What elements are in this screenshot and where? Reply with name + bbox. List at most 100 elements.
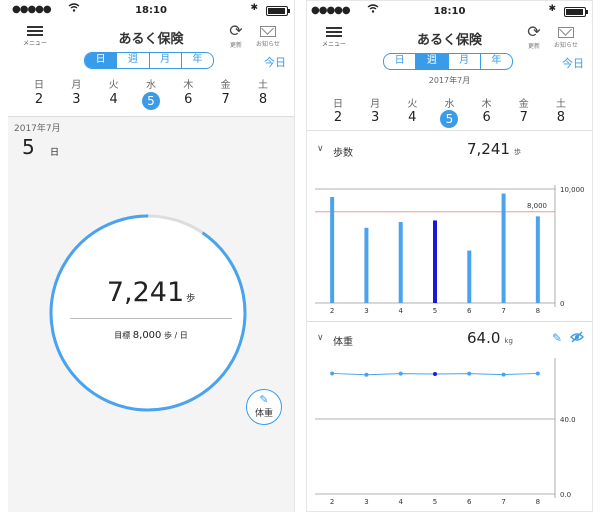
selected-date: 5 [141, 92, 160, 110]
data-point [501, 372, 506, 377]
steps-panel-header[interactable]: ∨ 歩数 7,241 歩 [307, 140, 592, 164]
weekday-label: 木 [183, 80, 194, 91]
weight-line-chart: 40.0 0.0 2 3 4 5 6 7 8 [315, 358, 576, 506]
x-tick-label: 5 [433, 307, 437, 315]
weekday-header: 日 月 火 水 木 金 土 [323, 95, 576, 110]
date-item[interactable]: 6 [472, 110, 502, 128]
chevron-down-icon[interactable]: ∨ [317, 144, 324, 154]
weight-summary: 64.0 kg [467, 329, 513, 347]
x-tick-label: 7 [501, 307, 505, 315]
segment-year[interactable]: 年 [481, 54, 512, 69]
bar [501, 193, 506, 303]
date-item[interactable]: 7 [211, 92, 241, 110]
x-tick-label: 4 [398, 498, 403, 506]
today-button[interactable]: 今日 [562, 55, 584, 71]
weight-unit: kg [504, 337, 513, 345]
date-item-selected[interactable]: 5 [136, 92, 166, 110]
weekday-header: 日 月 火 水 木 金 土 [24, 76, 278, 91]
pencil-icon[interactable]: ✎ [552, 331, 562, 345]
nav-bar: メニュー あるく保険 ⟳ 更新 お知らせ [307, 23, 592, 53]
x-tick-label: 5 [433, 498, 437, 506]
weekday-label: 日 [333, 99, 343, 110]
bar [535, 216, 540, 303]
date-item[interactable]: 8 [248, 92, 278, 110]
weekday-label: 金 [220, 80, 231, 91]
bar [398, 222, 403, 303]
eye-slash-icon[interactable] [570, 331, 584, 346]
weekday-label: 月 [71, 80, 82, 91]
date-item[interactable]: 4 [397, 110, 427, 128]
data-point [535, 371, 540, 376]
day-unit: 日 [50, 148, 60, 158]
step-progress-ring [49, 214, 247, 412]
page-title: あるく保険 [118, 32, 184, 47]
segment-day[interactable]: 日 [384, 54, 417, 69]
month-label: 2017年7月 [14, 124, 61, 134]
weight-title: 体重 [333, 337, 353, 348]
refresh-label: 更新 [527, 43, 540, 50]
x-tick-label: 7 [501, 498, 505, 506]
target-suffix: 歩 / 日 [163, 331, 188, 340]
date-item[interactable]: 8 [546, 110, 576, 128]
target-value: 8,000 [132, 330, 162, 341]
ring-divider [70, 318, 232, 319]
x-tick-label: 8 [536, 307, 540, 315]
segment-month[interactable]: 月 [449, 54, 481, 69]
data-point [433, 372, 437, 376]
mail-icon [558, 27, 574, 38]
segment-year[interactable]: 年 [182, 53, 213, 68]
chevron-down-icon[interactable]: ∨ [317, 333, 324, 343]
mail-button[interactable]: お知らせ [552, 25, 580, 49]
segment-day[interactable]: 日 [85, 53, 118, 68]
data-point [330, 371, 335, 376]
date-item[interactable]: 3 [61, 92, 91, 110]
date-item-selected[interactable]: 5 [434, 110, 464, 128]
header-divider [307, 130, 592, 131]
weekday-label: 日 [34, 80, 44, 91]
date-item[interactable]: 2 [323, 110, 353, 128]
period-segmented-control: 日 週 月 年 [383, 53, 513, 70]
weekday-label: 土 [257, 80, 268, 91]
refresh-label: 更新 [229, 42, 242, 49]
x-tick-label: 4 [398, 307, 403, 315]
weekday-label: 木 [481, 99, 492, 110]
data-point [467, 371, 472, 376]
weight-panel-header[interactable]: ∨ 体重 64.0 kg ✎ [307, 329, 592, 353]
steps-value: 7,241 [106, 277, 185, 308]
refresh-button[interactable]: ⟳ 更新 [522, 23, 546, 51]
date-strip: 2 3 4 5 6 7 8 [24, 92, 278, 110]
battery-icon [266, 6, 290, 16]
date-item[interactable]: 3 [360, 110, 390, 128]
phone-week-view: ●●●●● 18:10 ✱ メニュー あるく保険 ⟳ 更新 お知らせ 日 週 月… [306, 0, 593, 512]
steps-unit: 歩 [186, 294, 196, 304]
weekday-label: 水 [444, 99, 455, 110]
refresh-button[interactable]: ⟳ 更新 [224, 21, 248, 50]
day-number: 5 [22, 135, 35, 159]
target-text: 目標 8,000 歩 / 日 [8, 330, 294, 341]
refresh-icon: ⟳ [229, 21, 243, 40]
bluetooth-icon: ✱ [250, 3, 258, 13]
mail-icon [260, 26, 276, 37]
mail-button[interactable]: お知らせ [254, 24, 282, 48]
weekday-label: 火 [108, 80, 119, 91]
segment-month[interactable]: 月 [150, 53, 182, 68]
mail-label: お知らせ [256, 41, 280, 48]
weight-value: 64.0 [467, 329, 501, 347]
segment-week[interactable]: 週 [416, 54, 449, 69]
day-detail-panel: 2017年7月 5 日 7,241 歩 目標 8,000 歩 / 日 ✎ 体重 [8, 116, 294, 512]
date-item[interactable]: 4 [99, 92, 129, 110]
target-label: 8,000 [527, 202, 547, 210]
data-point [364, 372, 369, 377]
date-strip: 2 3 4 5 6 7 8 [323, 110, 576, 128]
date-item[interactable]: 7 [509, 110, 539, 128]
x-tick-label: 3 [364, 498, 368, 506]
date-item[interactable]: 2 [24, 92, 54, 110]
weekday-label: 火 [407, 99, 418, 110]
y-tick-label: 10,000 [560, 186, 585, 194]
date-item[interactable]: 6 [173, 92, 203, 110]
weight-entry-button[interactable]: ✎ 体重 [246, 389, 282, 425]
battery-icon [564, 7, 588, 17]
today-button[interactable]: 今日 [264, 54, 286, 70]
segment-week[interactable]: 週 [117, 53, 150, 68]
data-point [398, 371, 403, 376]
